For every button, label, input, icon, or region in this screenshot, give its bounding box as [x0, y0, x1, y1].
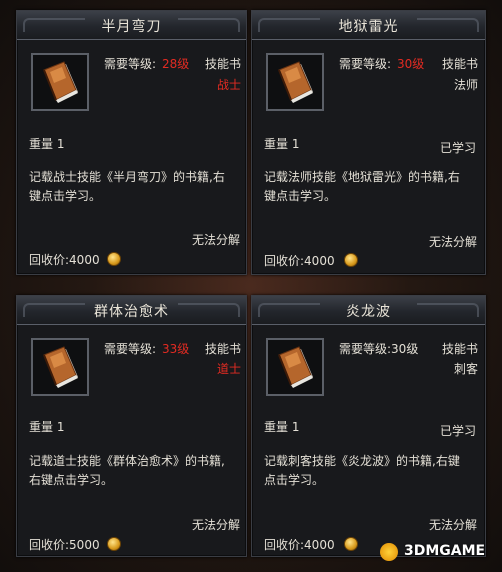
item-title: 群体治愈术 — [94, 304, 169, 320]
item-weight: 重量 1 — [29, 137, 65, 151]
item-type: 技能书 — [442, 57, 479, 71]
class-requirement: 刺客 — [454, 362, 479, 376]
level-requirement-label: 需要等级: — [104, 342, 157, 356]
gold-coin-icon — [344, 253, 358, 267]
description-line: 键点击学习。 — [264, 189, 337, 203]
description-line: 右键点击学习。 — [29, 473, 114, 487]
gold-coin-icon — [107, 252, 121, 266]
item-description: 记载法师技能《地狱雷光》的书籍,右 键点击学习。 — [264, 168, 460, 206]
description-line: 记载道士技能《群体治愈术》的书籍, — [29, 454, 225, 468]
level-requirement-value: 33级 — [162, 342, 190, 356]
skill-book-icon — [31, 338, 89, 396]
item-description: 记载道士技能《群体治愈术》的书籍, 右键点击学习。 — [29, 452, 225, 490]
watermark-text: 3DMGAME — [404, 543, 486, 559]
tooltip-header: 炎龙波 — [252, 296, 485, 325]
item-title: 炎龙波 — [346, 304, 391, 320]
no-disassemble-note: 无法分解 — [192, 518, 241, 532]
description-line: 键点击学习。 — [29, 189, 102, 203]
item-tooltip-card: 群体治愈术 需要等级: 33级 技能书 道士 重量 1 记载道士技能《群体治愈术… — [16, 295, 247, 557]
gold-coin-icon — [344, 537, 358, 551]
level-requirement-value: 28级 — [162, 57, 190, 71]
tooltip-header: 地狱雷光 — [252, 11, 485, 40]
item-weight: 重量 1 — [29, 420, 65, 434]
gold-coin-icon — [107, 537, 121, 551]
description-line: 记载战士技能《半月弯刀》的书籍,右 — [29, 170, 225, 184]
description-line: 记载法师技能《地狱雷光》的书籍,右 — [264, 170, 460, 184]
class-requirement: 战士 — [217, 78, 242, 92]
no-disassemble-note: 无法分解 — [192, 233, 241, 247]
level-requirement-label: 需要等级:30级 — [339, 342, 419, 356]
learned-status: 已学习 — [440, 424, 477, 438]
item-description: 记载战士技能《半月弯刀》的书籍,右 键点击学习。 — [29, 168, 225, 206]
recycle-price: 回收价:4000 — [29, 253, 100, 267]
recycle-price: 回收价:5000 — [29, 538, 100, 552]
recycle-price: 回收价:4000 — [264, 538, 335, 552]
skill-book-icon — [31, 53, 89, 111]
level-requirement-label: 需要等级: — [339, 57, 392, 71]
tooltip-header: 半月弯刀 — [17, 11, 246, 40]
class-requirement: 法师 — [454, 78, 479, 92]
item-title: 地狱雷光 — [338, 19, 399, 35]
watermark-logo-icon — [380, 543, 398, 561]
item-type: 技能书 — [205, 342, 242, 356]
item-type: 技能书 — [442, 342, 479, 356]
class-requirement: 道士 — [217, 362, 242, 376]
description-line: 记载刺客技能《炎龙波》的书籍,右键 — [264, 454, 460, 468]
item-description: 记载刺客技能《炎龙波》的书籍,右键 点击学习。 — [264, 452, 460, 490]
tooltip-header: 群体治愈术 — [17, 296, 246, 325]
skill-book-icon — [266, 338, 324, 396]
item-weight: 重量 1 — [264, 420, 300, 434]
level-requirement-label: 需要等级: — [104, 57, 157, 71]
no-disassemble-note: 无法分解 — [429, 518, 478, 532]
skill-book-icon — [266, 53, 324, 111]
item-tooltip-card: 半月弯刀 需要等级: 28级 技能书 战士 重量 1 记载战士技能《半月弯刀》的… — [16, 10, 247, 275]
item-weight: 重量 1 — [264, 137, 300, 151]
level-requirement-value: 30级 — [397, 57, 425, 71]
item-tooltip-card: 炎龙波 需要等级:30级 技能书 刺客 重量 1 已学习 记载刺客技能《炎龙波》… — [251, 295, 486, 557]
item-title: 半月弯刀 — [101, 19, 162, 35]
description-line: 点击学习。 — [264, 473, 325, 487]
item-type: 技能书 — [205, 57, 242, 71]
recycle-price: 回收价:4000 — [264, 254, 335, 268]
no-disassemble-note: 无法分解 — [429, 235, 478, 249]
item-tooltip-card: 地狱雷光 需要等级: 30级 技能书 法师 重量 1 已学习 记载法师技能《地狱… — [251, 10, 486, 275]
learned-status: 已学习 — [440, 141, 477, 155]
